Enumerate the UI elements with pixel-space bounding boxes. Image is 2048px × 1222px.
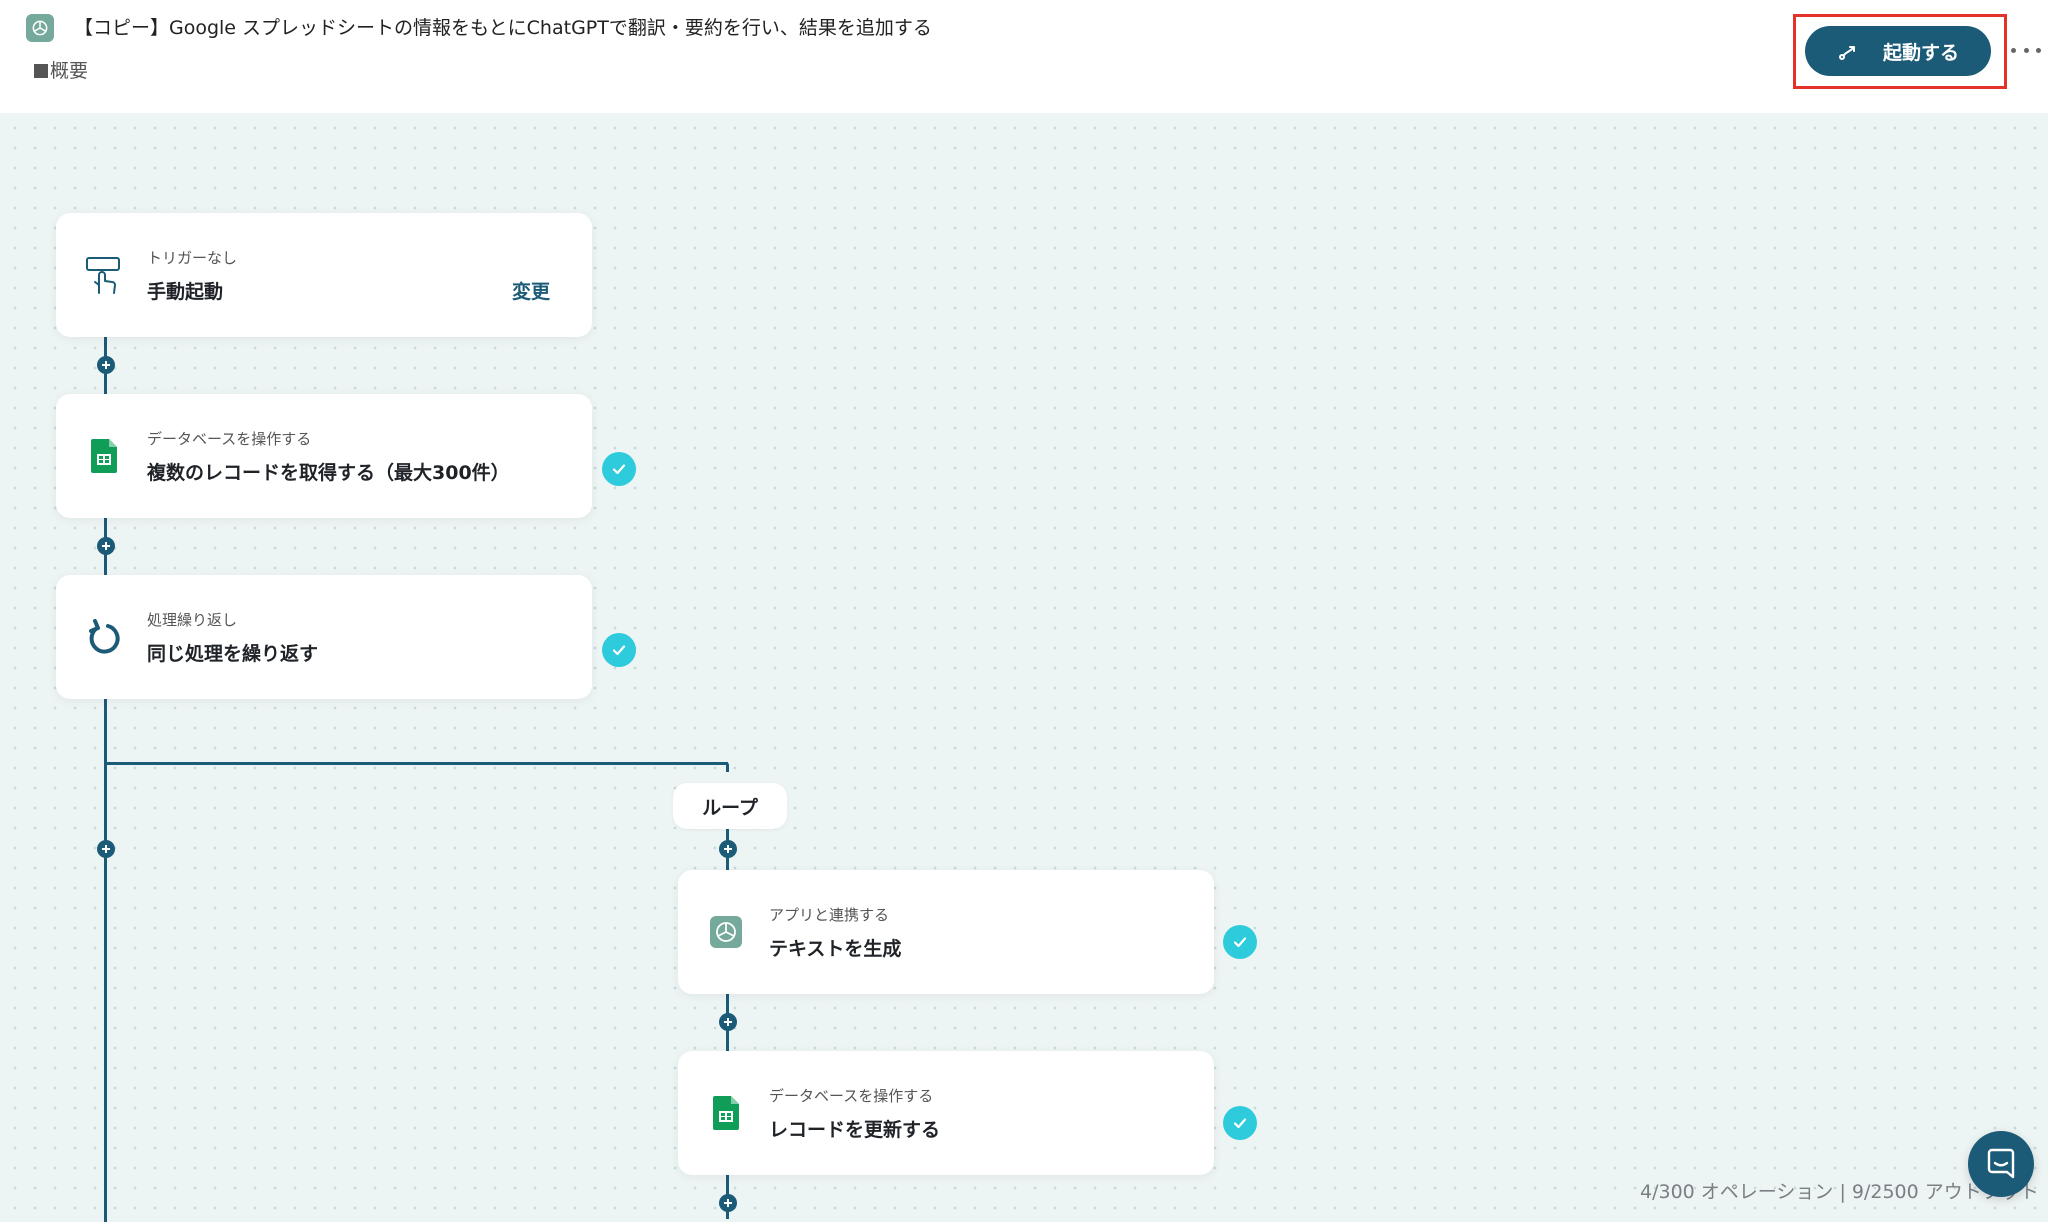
- add-step-button[interactable]: [97, 840, 115, 858]
- add-step-button[interactable]: [719, 1013, 737, 1031]
- chat-support-button[interactable]: [1968, 1131, 2034, 1197]
- step-title: テキストを生成: [769, 938, 902, 960]
- change-trigger-link[interactable]: 変更: [512, 277, 550, 304]
- overview-link[interactable]: 概要: [34, 58, 88, 84]
- add-step-button[interactable]: [719, 840, 737, 858]
- check-icon: [1223, 925, 1257, 959]
- loop-label: ループ: [673, 783, 787, 829]
- check-icon: [602, 633, 636, 667]
- chat-icon: [1987, 1148, 2015, 1179]
- step-card-loop[interactable]: 処理繰り返し 同じ処理を繰り返す: [56, 575, 592, 699]
- flow-canvas: トリガーなし 手動起動 変更 データベースを操作する 複数のレコードを取得する（…: [0, 113, 2048, 1222]
- step-title: 複数のレコードを取得する（最大300件）: [147, 462, 510, 484]
- manual-trigger-icon: [84, 255, 124, 295]
- step-subtitle: データベースを操作する: [769, 1087, 934, 1105]
- chatgpt-app-icon: [26, 14, 54, 42]
- chatgpt-icon: [706, 912, 746, 952]
- connector-line: [726, 762, 729, 772]
- check-icon: [1223, 1106, 1257, 1140]
- step-subtitle: トリガーなし: [147, 249, 238, 267]
- connector-line: [104, 762, 728, 765]
- step-card-manual-trigger[interactable]: トリガーなし 手動起動 変更: [56, 213, 592, 337]
- loop-icon: [84, 617, 124, 657]
- add-step-button[interactable]: [97, 356, 115, 374]
- add-step-button[interactable]: [719, 1194, 737, 1212]
- square-icon: [34, 64, 48, 78]
- step-title: 手動起動: [147, 281, 224, 303]
- start-button-label: 起動する: [1882, 41, 1959, 64]
- more-options-icon[interactable]: [2011, 40, 2041, 60]
- header: 【コピー】Google スプレッドシートの情報をもとにChatGPTで翻訳・要約…: [0, 0, 2048, 113]
- step-subtitle: データベースを操作する: [147, 430, 312, 448]
- google-sheets-icon: [706, 1093, 746, 1133]
- launch-icon: [1838, 46, 1855, 60]
- add-step-button[interactable]: [97, 537, 115, 555]
- google-sheets-icon: [84, 436, 124, 476]
- check-icon: [602, 452, 636, 486]
- step-card-generate-text[interactable]: アプリと連携する テキストを生成: [678, 870, 1214, 994]
- overview-label: 概要: [50, 60, 89, 82]
- step-card-get-records[interactable]: データベースを操作する 複数のレコードを取得する（最大300件）: [56, 394, 592, 518]
- step-title: 同じ処理を繰り返す: [147, 643, 319, 665]
- step-card-update-record[interactable]: データベースを操作する レコードを更新する: [678, 1051, 1214, 1175]
- step-subtitle: アプリと連携する: [769, 906, 890, 924]
- flow-title: 【コピー】Google スプレッドシートの情報をもとにChatGPTで翻訳・要約…: [74, 17, 932, 39]
- step-title: レコードを更新する: [769, 1119, 941, 1141]
- step-subtitle: 処理繰り返し: [147, 611, 238, 629]
- start-button[interactable]: 起動する: [1805, 26, 1991, 76]
